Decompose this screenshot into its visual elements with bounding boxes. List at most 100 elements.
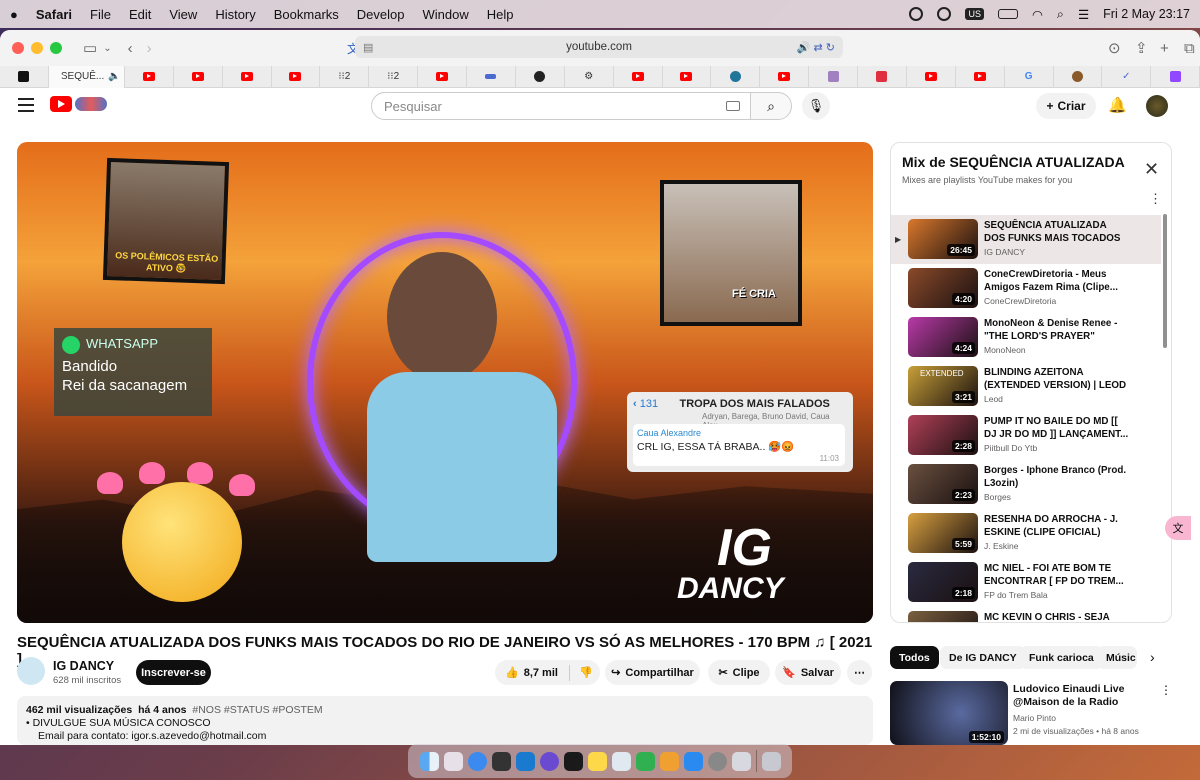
playlist-item-title[interactable]: Borges - Iphone Branco (Prod. L3ozin): [984, 464, 1129, 490]
tab-settings[interactable]: ⚙: [565, 65, 614, 88]
sidebar-toggle-icon[interactable]: ▭: [83, 39, 97, 57]
tab-grid-icon[interactable]: ⧉: [1184, 40, 1195, 57]
playlist-item[interactable]: 5:59 RESENHA DO ARROCHA - J. ESKINE (CLIP…: [891, 509, 1161, 558]
tab-site[interactable]: [1054, 65, 1103, 88]
hamburger-menu-icon[interactable]: [18, 98, 34, 112]
playlist-item-thumbnail[interactable]: 2:18: [908, 562, 978, 602]
tab-youtube[interactable]: [272, 65, 321, 88]
record-status-icon[interactable]: [909, 7, 924, 21]
tab-youtube[interactable]: [956, 65, 1005, 88]
chips-next-chevron-icon[interactable]: ›: [1150, 649, 1155, 665]
playlist-item[interactable]: ▶ 26:45 SEQUÊNCIA ATUALIZADA DOS FUNKS MAI…: [891, 215, 1161, 264]
account-avatar[interactable]: [1146, 95, 1168, 117]
tab-github[interactable]: [516, 65, 565, 88]
menu-history[interactable]: History: [215, 7, 255, 22]
recommended-video[interactable]: 1:52:10 Ludovico Einaudi Live @Maison de…: [890, 681, 1172, 745]
tab-youtube[interactable]: [907, 65, 956, 88]
menu-help[interactable]: Help: [487, 7, 514, 22]
tab-site[interactable]: [467, 65, 516, 88]
tab-wordpress[interactable]: [711, 65, 761, 88]
playlist-item[interactable]: 2:18 MC NIEL - FOI ATE BOM TE ENCONTRAR […: [891, 558, 1161, 607]
tab-x[interactable]: [0, 65, 49, 88]
playlist-item-thumbnail[interactable]: [908, 611, 978, 622]
tab-youtube[interactable]: [223, 65, 272, 88]
share-icon[interactable]: ⇪: [1135, 39, 1148, 57]
subscribe-button[interactable]: Inscrever-se: [136, 660, 211, 685]
forward-button-icon[interactable]: ›: [147, 40, 152, 57]
chip-from-channel[interactable]: De IG DANCY: [940, 646, 1026, 669]
preview-icon[interactable]: [611, 751, 631, 771]
playlist-item[interactable]: MC KEVIN O CHRIS - SEJA: [891, 607, 1161, 622]
recommended-title[interactable]: Ludovico Einaudi Live @Maison de la Radi…: [1013, 683, 1153, 709]
notifications-bell-icon[interactable]: 🔔: [1108, 96, 1127, 114]
tab-youtube[interactable]: [663, 65, 712, 88]
recommended-thumbnail[interactable]: 1:52:10: [890, 681, 1008, 745]
playlist-item-title[interactable]: MC NIEL - FOI ATE BOM TE ENCONTRAR [ FP …: [984, 562, 1129, 588]
app-store-icon[interactable]: [683, 751, 703, 771]
translate-float-button[interactable]: 文: [1165, 516, 1191, 540]
hashtags[interactable]: #NOS #STATUS #POSTEM: [192, 704, 322, 716]
playlist-item-title[interactable]: MonoNeon & Denise Renee - "THE LORD'S PR…: [984, 317, 1129, 343]
create-button[interactable]: + Criar: [1036, 93, 1096, 119]
thumbs-down-icon[interactable]: 👎: [579, 666, 593, 679]
spotlight-icon[interactable]: ⌕: [1057, 7, 1064, 22]
tab-youtube[interactable]: [174, 65, 223, 88]
control-center-icon[interactable]: ☰: [1078, 7, 1089, 22]
app-icon[interactable]: [539, 751, 559, 771]
menu-app-safari[interactable]: Safari: [36, 7, 72, 22]
menu-edit[interactable]: Edit: [129, 7, 151, 22]
playlist-item-thumbnail[interactable]: 5:59: [908, 513, 978, 553]
tab-youtube[interactable]: [418, 65, 468, 88]
playlist-item-title[interactable]: PUMP IT NO BAILE DO MD [[ DJ JR DO MD ]]…: [984, 415, 1129, 441]
share-button[interactable]: ↪ Compartilhar: [605, 660, 700, 685]
playlist-item[interactable]: 2:28 PUMP IT NO BAILE DO MD [[ DJ JR DO M…: [891, 411, 1161, 460]
clip-button[interactable]: ✂ Clipe: [708, 660, 770, 685]
tab-site[interactable]: [858, 65, 907, 88]
tab-grid-2[interactable]: ⁝⁝2: [369, 65, 419, 88]
utility-app-icon[interactable]: [731, 751, 751, 771]
thumbs-up-icon[interactable]: 👍: [505, 666, 519, 679]
playlist-item-thumbnail[interactable]: 2:28: [908, 415, 978, 455]
playlist-item[interactable]: 2:23 Borges - Iphone Branco (Prod. L3ozin…: [891, 460, 1161, 509]
menu-window[interactable]: Window: [423, 7, 469, 22]
keyboard-icon[interactable]: [726, 101, 740, 111]
menu-bookmarks[interactable]: Bookmarks: [274, 7, 339, 22]
input-source-badge[interactable]: US: [965, 8, 984, 20]
tab-site[interactable]: [809, 65, 859, 88]
wifi-icon[interactable]: ◠: [1032, 7, 1043, 22]
playlist-item-title[interactable]: RESENHA DO ARROCHA - J. ESKINE (CLIPE OF…: [984, 513, 1129, 539]
more-vert-icon[interactable]: ⋮: [1160, 683, 1172, 697]
chip-all[interactable]: Todos: [890, 646, 939, 669]
voice-search-button[interactable]: 🎙: [802, 92, 830, 120]
video-player[interactable]: OS POLÊMICOS ESTÃO ATIVO 🤓 FÉ CRIA WHATS…: [17, 142, 873, 623]
mix-title[interactable]: Mix de SEQUÊNCIA ATUALIZADA DOS FUNKS MA…: [902, 154, 1127, 170]
like-count[interactable]: 8,7 mil: [524, 667, 558, 679]
notes-writer-icon[interactable]: [491, 751, 511, 771]
more-vert-icon[interactable]: ⋮: [1149, 191, 1162, 207]
address-bar[interactable]: ▤ youtube.com 🔊 ⇄ ↻: [355, 36, 843, 58]
pages-icon[interactable]: [659, 751, 679, 771]
close-window-button[interactable]: [12, 42, 24, 54]
tab-youtube[interactable]: [125, 65, 174, 88]
playlist-scrollbar[interactable]: [1163, 214, 1167, 348]
menu-view[interactable]: View: [169, 7, 197, 22]
system-settings-icon[interactable]: [707, 751, 727, 771]
save-button[interactable]: 🔖 Salvar: [775, 660, 841, 685]
chip-music[interactable]: Músic: [1097, 646, 1137, 669]
minimize-window-button[interactable]: [31, 42, 43, 54]
numbers-icon[interactable]: [635, 751, 655, 771]
terminal-icon[interactable]: [563, 751, 583, 771]
channel-name[interactable]: IG DANCY: [53, 659, 114, 673]
playlist-item-thumbnail[interactable]: 4:20: [908, 268, 978, 308]
back-button-icon[interactable]: ‹: [128, 40, 133, 57]
safari-icon[interactable]: [467, 751, 487, 771]
battery-icon[interactable]: [998, 9, 1018, 19]
playlist-item-title[interactable]: ConeCrewDiretoria - Meus Amigos Fazem Ri…: [984, 268, 1129, 294]
apple-menu-icon[interactable]: ●: [10, 7, 18, 22]
launchpad-icon[interactable]: [443, 751, 463, 771]
tab-youtube[interactable]: [614, 65, 663, 88]
menubar-clock[interactable]: Fri 2 May 23:17: [1103, 7, 1190, 21]
playlist-item-title[interactable]: BLINDING AZEITONA (EXTENDED VERSION) | L…: [984, 366, 1129, 392]
close-icon[interactable]: ✕: [1144, 159, 1159, 180]
playlist-item[interactable]: 4:20 ConeCrewDiretoria - Meus Amigos Faze…: [891, 264, 1161, 313]
